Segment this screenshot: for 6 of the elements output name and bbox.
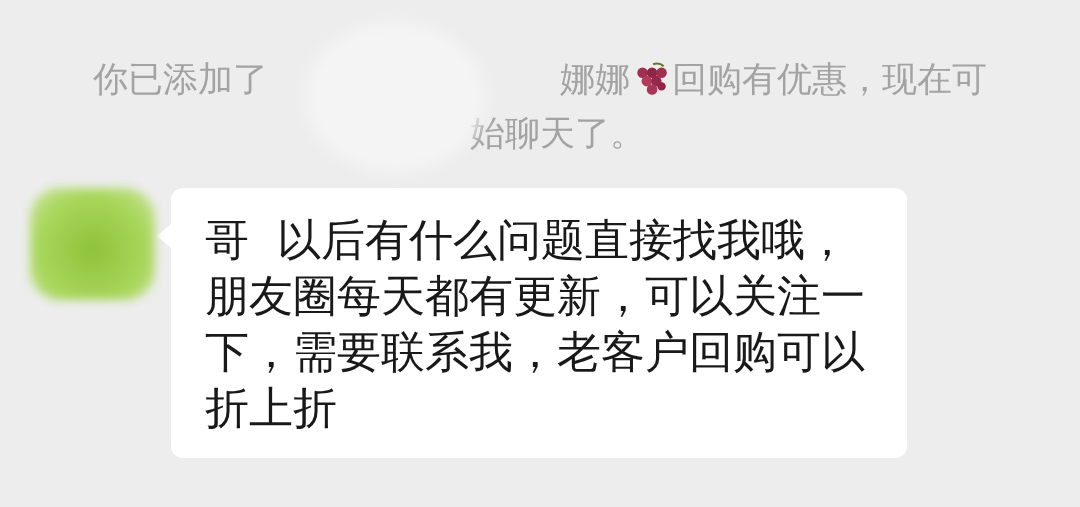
notice-text: 回购有优惠，现在可 [672, 58, 987, 101]
notice-text: 始聊天了。 [470, 112, 645, 155]
notice-text: 娜娜 [560, 58, 630, 101]
avatar[interactable] [30, 188, 155, 300]
notice-text: 你已添加了 [93, 58, 268, 101]
message-text: 哥 以后有什么问题直接找我哦，朋友圈每天都有更新，可以关注一下，需要联系我，老客户回购可以折上折 [205, 213, 866, 435]
